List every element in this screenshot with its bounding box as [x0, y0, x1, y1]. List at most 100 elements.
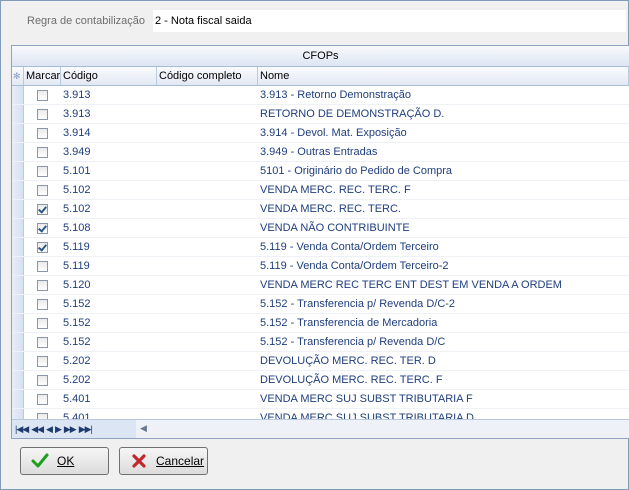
col-nome-header[interactable]: Nome [258, 67, 629, 85]
nome-cell[interactable]: 5101 - Originário do Pedido de Compra [258, 162, 629, 180]
nome-cell[interactable]: VENDA MERC SUJ SUBST TRIBUTARIA F [258, 390, 629, 408]
marcar-checkbox[interactable] [37, 127, 48, 139]
codigo-completo-cell[interactable] [157, 276, 258, 294]
row-indicator[interactable] [12, 124, 24, 142]
table-row[interactable]: 5.152 5.152 - Transferencia p/ Revenda D/… [12, 333, 629, 352]
row-indicator[interactable] [12, 352, 24, 370]
codigo-cell[interactable]: 5.102 [61, 200, 157, 218]
row-indicator[interactable] [12, 86, 24, 104]
table-row[interactable]: 5.152 5.152 - Transferencia de Mercadoria [12, 314, 629, 333]
codigo-completo-cell[interactable] [157, 200, 258, 218]
nome-cell[interactable]: 3.949 - Outras Entradas [258, 143, 629, 161]
marcar-checkbox[interactable] [37, 317, 48, 329]
nome-cell[interactable]: VENDA NÃO CONTRIBUINTE [258, 219, 629, 237]
marcar-checkbox[interactable] [37, 260, 48, 272]
codigo-cell[interactable]: 3.913 [61, 105, 157, 123]
row-indicator[interactable] [12, 314, 24, 332]
codigo-cell[interactable]: 5.102 [61, 181, 157, 199]
nome-cell[interactable]: 5.152 - Transferencia p/ Revenda D/C [258, 333, 629, 351]
table-row[interactable]: 5.152 5.152 - Transferencia p/ Revenda D/… [12, 295, 629, 314]
table-row[interactable]: 3.949 3.949 - Outras Entradas [12, 143, 629, 162]
marcar-checkbox[interactable] [37, 355, 48, 367]
scroll-left-icon[interactable]: ◀ [140, 423, 147, 434]
marcar-checkbox[interactable] [37, 374, 48, 386]
codigo-cell[interactable]: 5.401 [61, 390, 157, 408]
last-page-icon[interactable]: ▶▶| [78, 424, 93, 435]
nome-cell[interactable]: 5.152 - Transferencia p/ Revenda D/C-2 [258, 295, 629, 313]
row-indicator[interactable] [12, 143, 24, 161]
next-page-icon[interactable]: ▶▶ [63, 424, 77, 435]
table-row[interactable]: 5.401 VENDA MERC SUJ SUBST TRIBUTARIA F [12, 390, 629, 409]
marcar-checkbox[interactable] [37, 298, 48, 310]
table-row[interactable]: 5.101 5101 - Originário do Pedido de Comp… [12, 162, 629, 181]
codigo-completo-cell[interactable] [157, 238, 258, 256]
horizontal-scrollbar[interactable]: ◀ [136, 420, 629, 438]
codigo-completo-cell[interactable] [157, 333, 258, 351]
row-indicator[interactable] [12, 276, 24, 294]
row-indicator-header[interactable]: ✻ [12, 67, 24, 85]
nome-cell[interactable]: VENDA MERC. REC. TERC. [258, 200, 629, 218]
codigo-completo-cell[interactable] [157, 181, 258, 199]
row-indicator[interactable] [12, 295, 24, 313]
marcar-checkbox[interactable] [37, 203, 48, 215]
row-indicator[interactable] [12, 181, 24, 199]
codigo-completo-cell[interactable] [157, 371, 258, 389]
nome-cell[interactable]: 5.119 - Venda Conta/Ordem Terceiro-2 [258, 257, 629, 275]
col-codigo-header[interactable]: Código [61, 67, 157, 85]
nome-cell[interactable]: 5.119 - Venda Conta/Ordem Terceiro [258, 238, 629, 256]
table-row[interactable]: 3.913 RETORNO DE DEMONSTRAÇÃO D. [12, 105, 629, 124]
marcar-checkbox[interactable] [37, 89, 48, 101]
nome-cell[interactable]: 3.913 - Retorno Demonstração [258, 86, 629, 104]
table-row[interactable]: 5.120 VENDA MERC REC TERC ENT DEST EM VEN… [12, 276, 629, 295]
ok-button[interactable]: OK [20, 447, 109, 475]
codigo-cell[interactable]: 5.202 [61, 352, 157, 370]
codigo-completo-cell[interactable] [157, 257, 258, 275]
codigo-cell[interactable]: 3.914 [61, 124, 157, 142]
codigo-completo-cell[interactable] [157, 143, 258, 161]
marcar-checkbox[interactable] [37, 336, 48, 348]
marcar-checkbox[interactable] [37, 279, 48, 291]
codigo-cell[interactable]: 5.101 [61, 162, 157, 180]
row-indicator[interactable] [12, 371, 24, 389]
codigo-completo-cell[interactable] [157, 390, 258, 408]
col-marcar-header[interactable]: Marcar [24, 67, 61, 85]
codigo-cell[interactable]: 5.152 [61, 314, 157, 332]
codigo-completo-cell[interactable] [157, 86, 258, 104]
table-row[interactable]: 5.108 VENDA NÃO CONTRIBUINTE [12, 219, 629, 238]
codigo-cell[interactable]: 5.120 [61, 276, 157, 294]
prev-record-icon[interactable]: ◀ [45, 424, 53, 435]
nome-cell[interactable]: 5.152 - Transferencia de Mercadoria [258, 314, 629, 332]
codigo-cell[interactable]: 5.202 [61, 371, 157, 389]
row-indicator[interactable] [12, 333, 24, 351]
table-row[interactable]: 5.102 VENDA MERC. REC. TERC. F [12, 181, 629, 200]
row-indicator[interactable] [12, 390, 24, 408]
cancel-button[interactable]: Cancelar [119, 447, 208, 475]
table-row[interactable]: 3.914 3.914 - Devol. Mat. Exposição [12, 124, 629, 143]
table-row[interactable]: 5.102 VENDA MERC. REC. TERC. [12, 200, 629, 219]
codigo-cell[interactable]: 5.152 [61, 295, 157, 313]
table-row[interactable]: 5.119 5.119 - Venda Conta/Ordem Terceiro-… [12, 257, 629, 276]
marcar-checkbox[interactable] [37, 165, 48, 177]
codigo-cell[interactable]: 5.119 [61, 238, 157, 256]
marcar-checkbox[interactable] [37, 241, 48, 253]
codigo-completo-cell[interactable] [157, 105, 258, 123]
col-codigo-completo-header[interactable]: Código completo [157, 67, 258, 85]
nome-cell[interactable]: VENDA MERC. REC. TERC. F [258, 181, 629, 199]
nome-cell[interactable]: VENDA MERC REC TERC ENT DEST EM VENDA A … [258, 276, 629, 294]
codigo-cell[interactable]: 3.913 [61, 86, 157, 104]
nome-cell[interactable]: 3.914 - Devol. Mat. Exposição [258, 124, 629, 142]
row-indicator[interactable] [12, 105, 24, 123]
marcar-checkbox[interactable] [37, 184, 48, 196]
row-indicator[interactable] [12, 257, 24, 275]
codigo-cell[interactable]: 5.108 [61, 219, 157, 237]
nome-cell[interactable]: RETORNO DE DEMONSTRAÇÃO D. [258, 105, 629, 123]
marcar-checkbox[interactable] [37, 222, 48, 234]
table-row[interactable]: 3.913 3.913 - Retorno Demonstração [12, 86, 629, 105]
codigo-cell[interactable]: 3.949 [61, 143, 157, 161]
marcar-checkbox[interactable] [37, 146, 48, 158]
table-row[interactable]: 5.202 DEVOLUÇÃO MERC. REC. TERC. F [12, 371, 629, 390]
codigo-completo-cell[interactable] [157, 295, 258, 313]
codigo-cell[interactable]: 5.119 [61, 257, 157, 275]
codigo-completo-cell[interactable] [157, 124, 258, 142]
row-indicator[interactable] [12, 162, 24, 180]
